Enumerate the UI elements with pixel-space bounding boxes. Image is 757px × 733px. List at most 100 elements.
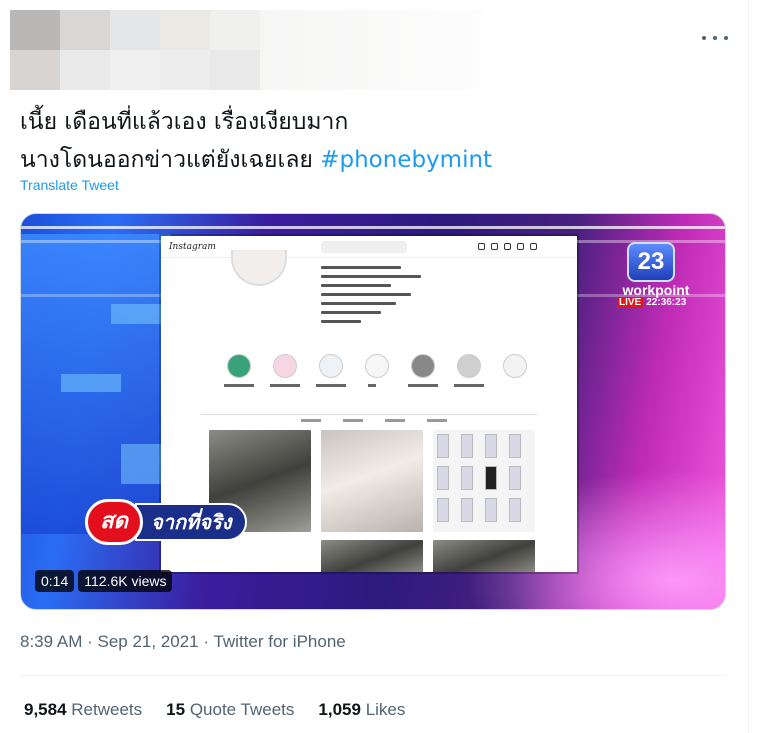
screenshot-thumb xyxy=(509,434,521,458)
likes-link[interactable]: 1,059 Likes xyxy=(318,700,405,720)
explore-icon xyxy=(504,243,511,250)
ig-bio-line xyxy=(321,275,421,278)
ig-search-box xyxy=(321,241,407,253)
ig-post-phone-dark xyxy=(321,540,423,572)
video-player[interactable]: Instagram 23 workpoint LIVE 22:36:23 สด … xyxy=(20,213,726,610)
mosaic-tile xyxy=(10,10,60,50)
screenshot-thumb xyxy=(437,434,449,458)
retweets-count: 9,584 xyxy=(24,700,67,719)
ig-nav-icons xyxy=(478,243,537,250)
screenshot-thumb xyxy=(461,466,473,490)
ig-highlight xyxy=(319,354,343,378)
more-horizontal-icon-dot xyxy=(713,36,717,40)
mosaic-tile xyxy=(110,50,160,90)
video-bg-stripe xyxy=(21,226,725,229)
tweet-timestamp-date[interactable]: Sep 21, 2021 xyxy=(97,632,198,651)
program-logo-sod: สด xyxy=(85,499,143,545)
ig-highlight xyxy=(411,354,435,378)
more-options-button[interactable] xyxy=(702,28,728,48)
ig-bio-line xyxy=(321,302,396,305)
live-indicator: LIVE 22:36:23 xyxy=(617,297,686,308)
ig-tab xyxy=(385,419,405,422)
ig-highlight-label xyxy=(368,384,376,387)
hashtag-link[interactable]: #phonebymint xyxy=(320,147,492,173)
program-title: จากที่จริง xyxy=(135,503,248,541)
ig-highlight xyxy=(503,354,527,378)
video-duration: 0:14 xyxy=(35,570,75,592)
program-banner: สด จากที่จริง xyxy=(85,499,248,545)
tweet-text: เนี้ย เดือนที่แล้วเอง เรื่องเงียบมาก นาง… xyxy=(20,103,720,179)
divider xyxy=(20,675,726,676)
video-view-count: 112.6K views xyxy=(78,570,173,592)
likes-count: 1,059 xyxy=(318,700,361,719)
ig-tab xyxy=(343,419,363,422)
mosaic-tile xyxy=(210,10,260,50)
ig-bio-line xyxy=(321,293,411,296)
ig-highlight-label xyxy=(270,384,300,387)
messages-icon xyxy=(491,243,498,250)
ig-highlight xyxy=(273,354,297,378)
screenshot-thumb xyxy=(509,498,521,522)
tweet-source: Twitter for iPhone xyxy=(213,632,346,651)
more-horizontal-icon xyxy=(702,36,706,40)
quote-tweets-link[interactable]: 15 Quote Tweets xyxy=(166,700,294,720)
tweet-timestamp-time[interactable]: 8:39 AM xyxy=(20,632,82,651)
video-bg-tile xyxy=(111,304,161,324)
ig-logo: Instagram xyxy=(169,241,216,252)
ig-post-screenshots xyxy=(433,430,535,532)
ig-tab xyxy=(301,419,321,422)
mosaic-tile xyxy=(110,10,160,50)
ig-bio-line xyxy=(321,320,361,323)
ig-bio-line xyxy=(321,266,401,269)
video-bg-tile xyxy=(61,374,121,392)
screenshot-thumb xyxy=(485,498,497,522)
heart-icon xyxy=(517,243,524,250)
ig-bio-line xyxy=(321,311,381,314)
profile-icon xyxy=(530,243,537,250)
ig-post-phone-dark xyxy=(433,540,535,572)
retweets-link[interactable]: 9,584 Retweets xyxy=(24,700,142,720)
retweets-label: Retweets xyxy=(71,700,143,719)
ig-highlight xyxy=(227,354,251,378)
ig-highlight-label xyxy=(224,384,254,387)
tweet-text-line-1: เนี้ย เดือนที่แล้วเอง เรื่องเงียบมาก xyxy=(20,109,349,135)
column-border xyxy=(748,0,749,733)
screenshot-thumb xyxy=(461,434,473,458)
live-time: 22:36:23 xyxy=(646,297,687,308)
more-horizontal-icon-dot xyxy=(724,36,728,40)
engagement-stats: 9,584 Retweets 15 Quote Tweets 1,059 Lik… xyxy=(24,700,405,720)
channel-name: workpoint xyxy=(622,282,690,298)
screenshot-thumb xyxy=(509,466,521,490)
home-icon xyxy=(478,243,485,250)
ig-highlight xyxy=(365,354,389,378)
screenshot-thumb xyxy=(437,498,449,522)
tweet-text-line-2: นางโดนออกข่าวแต่ยังเฉยเลย #phonebymint xyxy=(20,141,720,179)
ig-highlight-label xyxy=(316,384,346,387)
blurred-author-header xyxy=(10,10,260,90)
ig-highlight-label xyxy=(408,384,438,387)
ig-highlight-label xyxy=(454,384,484,387)
likes-label: Likes xyxy=(365,700,406,719)
mosaic-tile xyxy=(60,10,110,50)
quote-tweets-label: Quote Tweets xyxy=(189,700,295,719)
screenshot-thumb xyxy=(461,498,473,522)
ig-tabs xyxy=(201,414,537,422)
mosaic-tile xyxy=(160,50,210,90)
ig-bio-line xyxy=(321,284,391,287)
video-bg-tile xyxy=(121,444,161,484)
ig-tab xyxy=(427,419,447,422)
tweet-text-line-2-body: นางโดนออกข่าวแต่ยังเฉยเลย xyxy=(20,147,321,173)
quote-tweets-count: 15 xyxy=(166,700,186,719)
ig-profile-avatar xyxy=(231,250,287,286)
blurred-author-header-fade xyxy=(260,10,485,90)
translate-tweet-link[interactable]: Translate Tweet xyxy=(20,177,119,193)
meta-separator: · xyxy=(82,632,98,651)
mosaic-tile xyxy=(10,50,60,90)
screenshot-thumb xyxy=(485,466,497,490)
tweet-meta: 8:39 AM · Sep 21, 2021 · Twitter for iPh… xyxy=(20,632,346,652)
mosaic-tile xyxy=(60,50,110,90)
ig-post-phone-light xyxy=(321,430,423,532)
live-badge: LIVE xyxy=(617,297,644,308)
meta-separator: · xyxy=(198,632,214,651)
ig-top-bar: Instagram xyxy=(161,236,577,258)
